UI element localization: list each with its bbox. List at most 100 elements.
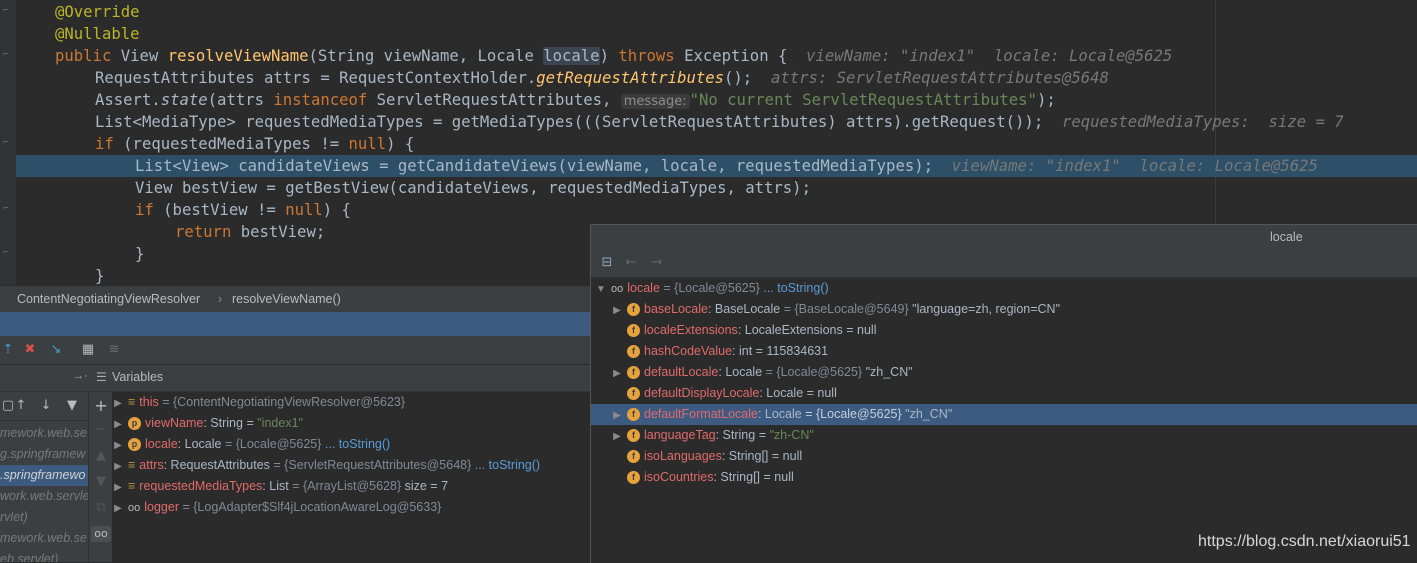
forward-icon[interactable]: →	[649, 255, 665, 271]
code-line[interactable]: @Nullable	[16, 23, 1417, 45]
frame-item[interactable]: g.springframew	[0, 444, 88, 465]
variable-row-attrs[interactable]: ▶ ≡ attrs: RequestAttributes = {ServletReq…	[112, 455, 540, 476]
frame-item[interactable]: eb.servlet)	[0, 549, 88, 562]
equals: =	[246, 416, 254, 430]
expand-icon[interactable]: ▶	[112, 498, 124, 519]
static-field-icon: f	[627, 366, 640, 380]
code-line[interactable]: if (bestView != null) {	[16, 199, 1417, 221]
popup-field-row[interactable]: f defaultDisplayLocale: Locale = null	[591, 383, 1417, 404]
frame-item-selected[interactable]: .springframewo	[0, 465, 88, 486]
expand-icon[interactable]: ▶	[611, 405, 623, 426]
run-to-cursor-icon[interactable]: ↘	[48, 342, 64, 358]
variable-row-requested-media-types[interactable]: ▶ ≡ requestedMediaTypes: List = {ArrayList…	[112, 476, 448, 497]
up-icon[interactable]: ↑	[13, 398, 29, 414]
tostring-link[interactable]: ... toString()	[475, 458, 540, 472]
code-text: View	[111, 47, 168, 65]
code-text: )	[599, 47, 619, 65]
filter-icon[interactable]: ▼	[64, 398, 80, 414]
code-text: (bestView !=	[153, 201, 286, 219]
code-text: );	[1036, 91, 1056, 109]
add-watch-icon[interactable]: +	[93, 398, 109, 414]
variable-row-locale[interactable]: ▶ p locale: Locale = {Locale@5625} ... toS…	[112, 434, 390, 455]
code-text: List<MediaType> requestedMediaTypes = ge…	[95, 113, 1062, 131]
frame-item[interactable]: mework.web.se	[0, 528, 88, 549]
field-value: = {BaseLocale@5649}	[783, 302, 909, 316]
breadcrumb-method[interactable]: resolveViewName()	[232, 292, 341, 306]
expand-icon[interactable]: ▶	[112, 477, 124, 498]
fold-icon[interactable]: ⌐	[3, 205, 11, 214]
code-text: (requestedMediaTypes !=	[113, 135, 349, 153]
frame-item[interactable]: rvlet)	[0, 507, 88, 528]
popup-field-row[interactable]: f localeExtensions: LocaleExtensions = nu…	[591, 320, 1417, 341]
variable-value: = {ContentNegotiatingViewResolver@5623}	[162, 395, 406, 409]
inline-debug-value: viewName: "index1" locale: Locale@5625	[806, 47, 1173, 65]
evaluate-expression-icon[interactable]: ▦	[80, 342, 96, 358]
popup-field-row[interactable]: ▶ f baseLocale: BaseLocale = {BaseLocale@5…	[591, 299, 1417, 320]
popup-field-row[interactable]: ▶ f languageTag: String = "zh-CN"	[591, 425, 1417, 446]
current-execution-line[interactable]: List<View> candidateViews = getCandidate…	[16, 155, 1417, 177]
string-literal: "No current ServletRequestAttributes"	[689, 91, 1037, 109]
keyword: public	[55, 47, 112, 65]
popup-row-root[interactable]: ▼ oo locale = {Locale@5625} ... toString()	[591, 278, 1417, 299]
variable-row-this[interactable]: ▶ ≡ this = {ContentNegotiatingViewResolver…	[112, 392, 405, 413]
code-line[interactable]: public View resolveViewName(String viewN…	[16, 45, 1417, 67]
expand-icon[interactable]: ▶	[611, 363, 623, 384]
restore-layout-icon[interactable]: →·	[73, 370, 88, 382]
object-icon: ≡	[128, 479, 136, 493]
down-icon[interactable]: ↓	[38, 398, 54, 414]
popup-field-row[interactable]: f isoCountries: String[] = null	[591, 467, 1417, 488]
variable-row-viewname[interactable]: ▶ p viewName: String = "index1"	[112, 413, 303, 434]
frame-item[interactable]: mework.web.se	[0, 423, 88, 444]
breadcrumb: ContentNegotiatingViewResolver › resolve…	[0, 285, 590, 313]
breadcrumb-class[interactable]: ContentNegotiatingViewResolver	[17, 292, 200, 306]
annotation-nullable: @Nullable	[55, 25, 140, 43]
code-text: Exception {	[674, 47, 807, 65]
popup-field-row[interactable]: f hashCodeValue: int = 115834631	[591, 341, 1417, 362]
code-text: ) {	[386, 135, 415, 153]
fold-icon[interactable]: ⌐	[3, 139, 11, 148]
code-line[interactable]: List<MediaType> requestedMediaTypes = ge…	[16, 111, 1417, 133]
variables-header: →· ☰ Variables	[0, 365, 590, 392]
field-name: isoCountries	[644, 470, 714, 484]
code-line[interactable]: @Override	[16, 1, 1417, 23]
expand-icon[interactable]: ▶	[611, 300, 623, 321]
navigate-icon[interactable]: ⊟	[599, 255, 615, 271]
field-string: "zh_CN"	[865, 365, 913, 379]
expand-icon[interactable]: ▶	[112, 456, 124, 477]
debug-tab-bar[interactable]	[0, 312, 590, 336]
keyword: instanceof	[273, 91, 368, 109]
code-line[interactable]: Assert.state(attrs instanceof ServletReq…	[16, 89, 1417, 111]
trace-icon[interactable]: ≋	[106, 342, 122, 358]
back-icon[interactable]: ←	[623, 255, 639, 271]
fold-icon[interactable]: ⌐	[3, 7, 11, 16]
variables-tree: ▶ ≡ this = {ContentNegotiatingViewResolver…	[112, 392, 590, 562]
keyword: null	[348, 135, 387, 153]
popup-title-bar[interactable]: locale	[591, 225, 1417, 249]
code-text: ServletRequestAttributes,	[367, 91, 621, 109]
code-line[interactable]: RequestAttributes attrs = RequestContext…	[16, 67, 1417, 89]
move-up-icon: ▲	[96, 448, 106, 463]
tostring-link[interactable]: ... toString()	[325, 437, 390, 451]
variable-row-logger[interactable]: ▶ oo logger = {LogAdapter$Slf4jLocationAwa…	[112, 497, 441, 518]
drop-frame-icon[interactable]: ✖	[22, 342, 38, 358]
show-watches-icon[interactable]: oo	[91, 526, 111, 542]
tostring-link[interactable]: ... toString()	[763, 281, 828, 295]
variable-type: : String	[203, 416, 243, 430]
collapse-icon[interactable]: ▼	[595, 279, 607, 300]
variable-name: attrs	[139, 458, 164, 472]
popup-field-row[interactable]: ▶ f defaultLocale: Locale = {Locale@5625} …	[591, 362, 1417, 383]
fold-icon[interactable]: ⌐	[3, 249, 11, 258]
expand-icon[interactable]: ▶	[611, 426, 623, 447]
code-line[interactable]: if (requestedMediaTypes != null) {	[16, 133, 1417, 155]
popup-field-row-selected[interactable]: ▶ f defaultFormatLocale: Locale = {Locale@…	[591, 404, 1417, 425]
code-line[interactable]: View bestView = getBestView(candidateVie…	[16, 177, 1417, 199]
frame-item[interactable]: work.web.servle	[0, 486, 88, 507]
expand-icon[interactable]: ▶	[112, 435, 124, 456]
code-text: ();	[724, 69, 771, 87]
fold-icon[interactable]: ⌐	[3, 51, 11, 60]
step-out-icon[interactable]: ⇡	[0, 342, 16, 358]
field-type: : int	[732, 344, 753, 358]
expand-icon[interactable]: ▶	[112, 393, 124, 414]
popup-field-row[interactable]: f isoLanguages: String[] = null	[591, 446, 1417, 467]
expand-icon[interactable]: ▶	[112, 414, 124, 435]
